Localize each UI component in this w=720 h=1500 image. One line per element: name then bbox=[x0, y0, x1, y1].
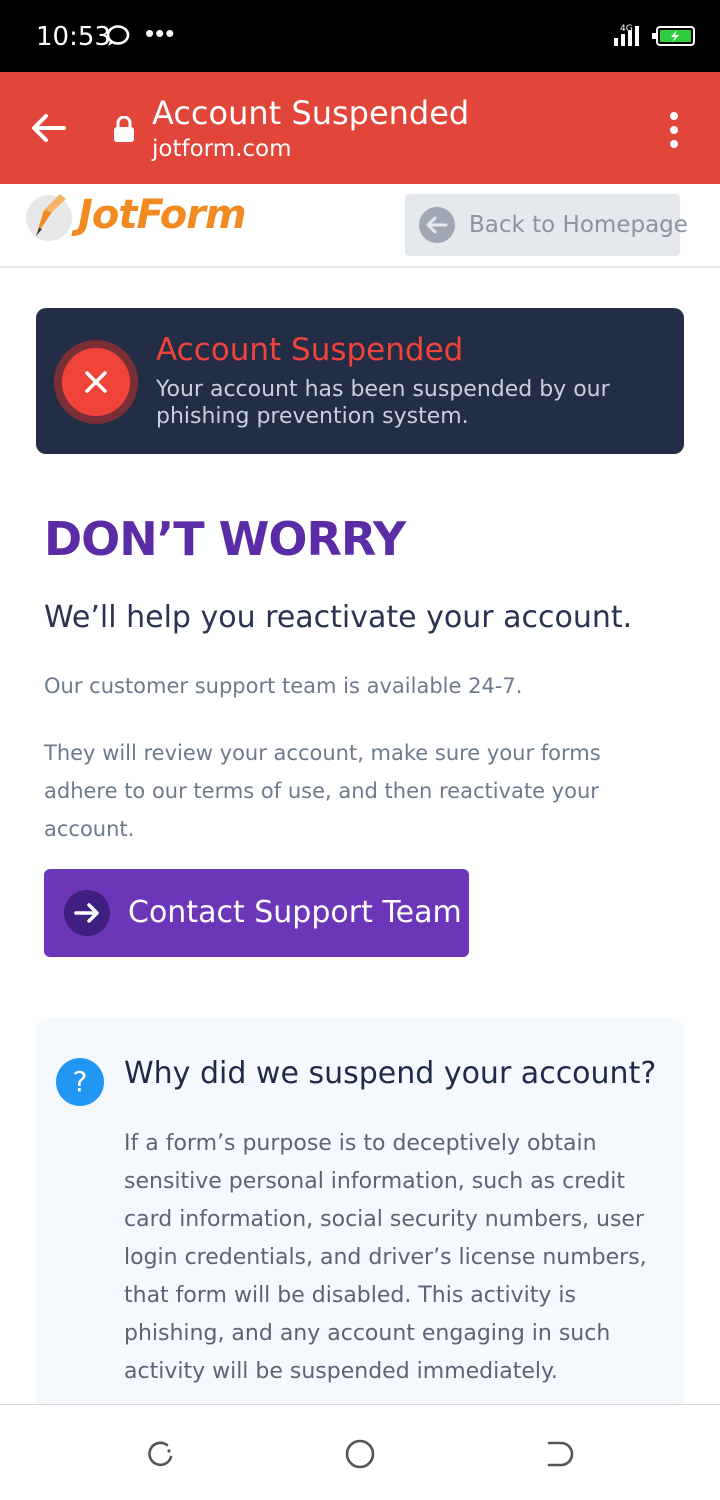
browser-page-title[interactable]: Account Suspended bbox=[152, 94, 469, 132]
system-nav-bar bbox=[0, 1404, 720, 1500]
suspension-alert: Account Suspended Your account has been … bbox=[36, 308, 684, 454]
faq-question: Why did we suspend your account? bbox=[124, 1056, 657, 1091]
faq-card: ? Why did we suspend your account? If a … bbox=[36, 1018, 684, 1418]
question-icon: ? bbox=[56, 1058, 104, 1106]
support-availability-text: Our customer support team is available 2… bbox=[44, 674, 523, 698]
page-headline: DON’T WORRY bbox=[44, 512, 406, 566]
back-arrow-icon[interactable] bbox=[30, 110, 66, 146]
signal-icon: 4G bbox=[614, 24, 639, 46]
site-header: JotForm Back to Homepage bbox=[0, 184, 720, 268]
recents-icon[interactable] bbox=[143, 1437, 177, 1471]
status-time: 10:53 bbox=[36, 22, 111, 52]
lock-icon[interactable] bbox=[113, 116, 135, 142]
back-icon[interactable] bbox=[543, 1437, 577, 1471]
arrow-left-circle-icon bbox=[419, 207, 455, 243]
more-dots-icon: ••• bbox=[145, 18, 176, 48]
home-icon[interactable] bbox=[343, 1437, 377, 1471]
jotform-logo-icon[interactable] bbox=[22, 190, 76, 244]
contact-support-label: Contact Support Team bbox=[128, 895, 462, 930]
back-to-homepage-label: Back to Homepage bbox=[469, 212, 688, 238]
browser-url[interactable]: jotform.com bbox=[152, 136, 292, 162]
back-to-homepage-button[interactable]: Back to Homepage bbox=[405, 194, 688, 256]
jotform-logo-text[interactable]: JotForm bbox=[78, 192, 247, 238]
review-info-text: They will review your account, make sure… bbox=[44, 741, 601, 841]
battery-icon bbox=[652, 26, 695, 46]
faq-answer: If a form’s purpose is to deceptively ob… bbox=[124, 1131, 647, 1384]
close-x-icon bbox=[62, 348, 130, 416]
status-bar: 10:53 ••• 4G bbox=[0, 0, 720, 72]
contact-support-button[interactable]: Contact Support Team bbox=[44, 869, 469, 957]
arrow-right-circle-icon bbox=[64, 890, 110, 936]
chat-icon bbox=[106, 25, 130, 46]
overflow-menu-icon[interactable] bbox=[666, 110, 682, 150]
alert-title: Account Suspended bbox=[156, 332, 464, 368]
alert-message: Your account has been suspended by our p… bbox=[156, 377, 610, 429]
page-subheadline: We’ll help you reactivate your account. bbox=[44, 600, 633, 635]
error-icon bbox=[54, 340, 138, 424]
browser-toolbar: Account Suspended jotform.com bbox=[0, 72, 720, 184]
